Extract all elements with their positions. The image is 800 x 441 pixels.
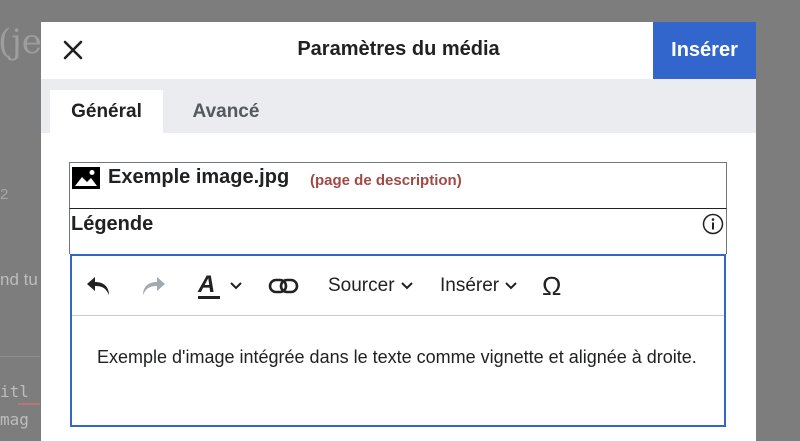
background-small-fragment: 2 [0,186,9,203]
link-button[interactable] [268,270,308,302]
redo-button[interactable] [138,270,174,302]
insert-menu[interactable]: Insérer [440,270,518,302]
chevron-down-icon [400,282,413,290]
media-settings-dialog: Paramètres du média Insérer Général Avan… [41,22,756,441]
background-code-line: itl [0,382,29,401]
caption-label: Légende [71,213,154,235]
info-icon[interactable] [702,213,724,235]
chevron-down-icon [505,282,517,290]
cite-label: Sourcer [328,275,395,296]
tab-advanced[interactable]: Avancé [171,90,281,133]
editor-toolbar: A Sourcer Insérer Ω [72,256,724,316]
link-icon [268,278,299,294]
caption-header: Légende [69,209,727,254]
image-icon [72,167,100,189]
chevron-down-icon [230,282,242,290]
caption-text-area[interactable]: Exemple d'image intégrée dans le texte c… [97,342,707,373]
undo-button[interactable] [84,270,120,302]
background-text-fragment: nd tu [0,270,38,289]
text-style-menu[interactable]: A [196,270,260,302]
background-divider [0,356,40,357]
svg-text:A: A [197,271,215,298]
redo-icon [143,277,165,295]
special-character-button[interactable]: Ω [542,270,561,302]
description-page-link[interactable]: (page de description) [310,172,462,189]
caption-editor: A Sourcer Insérer Ω Exemple d'image inté… [70,254,726,427]
dialog-title: Paramètres du média [297,38,500,60]
dialog-header: Paramètres du média Insérer [41,22,756,79]
tab-general[interactable]: Général [50,90,163,133]
insert-menu-label: Insérer [440,275,500,296]
background-code-line: mag [0,410,29,429]
text-style-icon: A [197,271,220,299]
cite-menu[interactable]: Sourcer [328,270,414,302]
undo-icon [87,277,109,295]
background-title-fragment: (je [0,22,42,62]
media-filename: Exemple image.jpg [108,166,290,188]
background-error-underline [18,403,40,405]
media-info-box: Exemple image.jpg (page de description) [69,162,727,209]
tab-bar: Général Avancé [41,79,756,133]
insert-button[interactable]: Insérer [653,22,756,79]
